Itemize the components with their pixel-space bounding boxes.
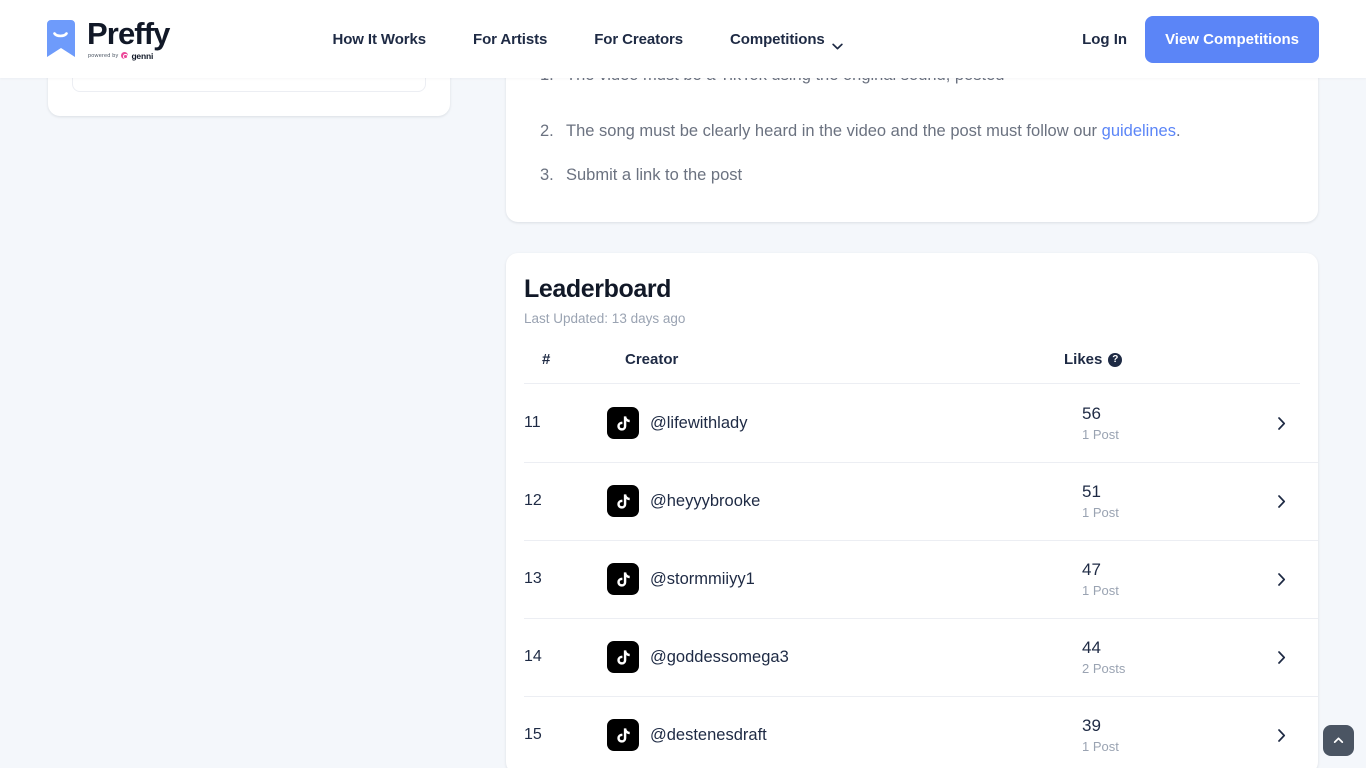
column-header-creator: Creator [625,351,679,368]
view-competitions-button[interactable]: View Competitions [1145,15,1319,63]
genni-name: genni [131,50,154,61]
row-rank: 12 [524,492,542,509]
tiktok-icon [607,563,639,595]
rule-number: 3. [540,166,554,184]
row-post-count: 1 Post [1082,739,1119,754]
row-chevron-right-icon[interactable] [1278,572,1318,586]
leaderboard-rows: 11 @lifewithlady 56 1 Post 12 @heyyybrooke 51 1… [506,384,1318,768]
row-chevron-right-icon[interactable] [1278,650,1318,664]
column-header-rank: # [542,351,551,368]
row-creator-handle: @goddessomega3 [650,647,789,666]
rule-text-tail: . [1175,122,1181,140]
rule-number: 2. [540,122,554,140]
row-likes: 56 1 Post [1082,404,1278,442]
nav-item-label: For Artists [473,30,548,48]
login-link[interactable]: Log In [1082,31,1127,48]
row-rank: 15 [524,726,542,743]
row-likes-count: 47 [1082,560,1101,579]
leaderboard-header: Leaderboard Last Updated: 13 days ago # … [506,253,1318,384]
nav-item-label: For Creators [594,30,684,48]
page-root: 1. The video must be a TikTok using the … [0,0,1366,768]
row-creator-handle: @destenesdraft [650,725,767,744]
scroll-to-top-button[interactable] [1323,725,1354,756]
primary-nav: How It Works For Artists For Creators Compe… [332,30,843,49]
nav-item-for-artists[interactable]: For Artists [473,31,547,48]
leaderboard-last-updated: Last Updated: 13 days ago [524,311,686,326]
row-post-count: 1 Post [1082,583,1119,598]
tiktok-icon [607,719,639,751]
powered-by-label: powered by [88,52,119,59]
chevron-up-icon [1333,737,1344,743]
leaderboard-title: Leaderboard [524,275,672,303]
brand-name: Preffy [87,15,170,51]
row-creator-handle: @stormmiiyy1 [650,569,755,588]
rule-text: The song must be clearly heard in the vi… [566,118,1181,144]
header-actions: Log In View Competitions [1082,15,1319,63]
row-likes: 51 1 Post [1082,482,1278,520]
column-header-likes: Likes ? [1064,351,1260,368]
row-creator: @goddessomega3 [607,641,1082,673]
row-post-count: 1 Post [1082,505,1119,520]
row-likes: 44 2 Posts [1082,638,1278,676]
rule-item: 2. The song must be clearly heard in the… [540,118,1284,144]
row-likes-count: 56 [1082,404,1101,423]
row-rank: 13 [524,570,542,587]
column-header-likes-label: Likes [1064,351,1103,368]
tiktok-icon [607,485,639,517]
leaderboard-row[interactable]: 11 @lifewithlady 56 1 Post [506,384,1318,462]
row-likes: 47 1 Post [1082,560,1278,598]
row-chevron-right-icon[interactable] [1278,728,1318,742]
nav-item-competitions[interactable]: Competitions [730,30,843,49]
row-post-count: 2 Posts [1082,661,1126,676]
question-mark-icon[interactable]: ? [1108,352,1123,367]
row-chevron-right-icon[interactable] [1278,416,1318,430]
row-likes-count: 51 [1082,482,1101,501]
leaderboard-row[interactable]: 12 @heyyybrooke 51 1 Post [506,462,1318,540]
row-creator-handle: @heyyybrooke [650,491,761,510]
row-rank: 14 [524,648,542,665]
row-creator: @lifewithlady [607,407,1082,439]
bookmark-smile-icon [44,20,78,58]
tiktok-icon [607,641,639,673]
nav-item-label: How It Works [332,30,427,48]
brand-text: Preffy powered by genni [87,15,170,61]
nav-item-label: Competitions [730,30,825,48]
row-creator: @destenesdraft [607,719,1082,751]
row-likes-count: 44 [1082,638,1101,657]
row-likes-count: 39 [1082,716,1101,735]
leaderboard-column-headers: # Creator Likes ? [524,351,1300,384]
row-creator: @heyyybrooke [607,485,1082,517]
rule-text-lead: The song must be clearly heard in the vi… [566,122,1102,140]
leaderboard-row[interactable]: 15 @destenesdraft 39 1 Post [506,696,1318,768]
row-likes: 39 1 Post [1082,716,1278,754]
rule-item: 3. Submit a link to the post [540,162,1284,188]
guidelines-link[interactable]: guidelines [1102,122,1176,140]
genni-mark-icon [121,52,129,60]
powered-by-genni: powered by genni [88,51,153,61]
row-rank: 11 [524,414,541,431]
row-chevron-right-icon[interactable] [1278,494,1318,508]
row-creator-handle: @lifewithlady [650,413,748,432]
leaderboard-row[interactable]: 14 @goddessomega3 44 2 Posts [506,618,1318,696]
leaderboard-row[interactable]: 13 @stormmiiyy1 47 1 Post [506,540,1318,618]
chevron-down-icon [831,37,843,49]
rule-text: Submit a link to the post [566,166,743,184]
row-post-count: 1 Post [1082,427,1119,442]
main-column: 1. The video must be a TikTok using the … [506,0,1318,768]
tiktok-icon [607,407,639,439]
site-header: Preffy powered by genni How It Works For … [0,0,1366,78]
row-creator: @stormmiiyy1 [607,563,1082,595]
brand-logo[interactable]: Preffy powered by genni [44,15,170,61]
nav-item-how-it-works[interactable]: How It Works [332,31,426,48]
nav-item-for-creators[interactable]: For Creators [594,31,683,48]
leaderboard-card: Leaderboard Last Updated: 13 days ago # … [506,253,1318,768]
